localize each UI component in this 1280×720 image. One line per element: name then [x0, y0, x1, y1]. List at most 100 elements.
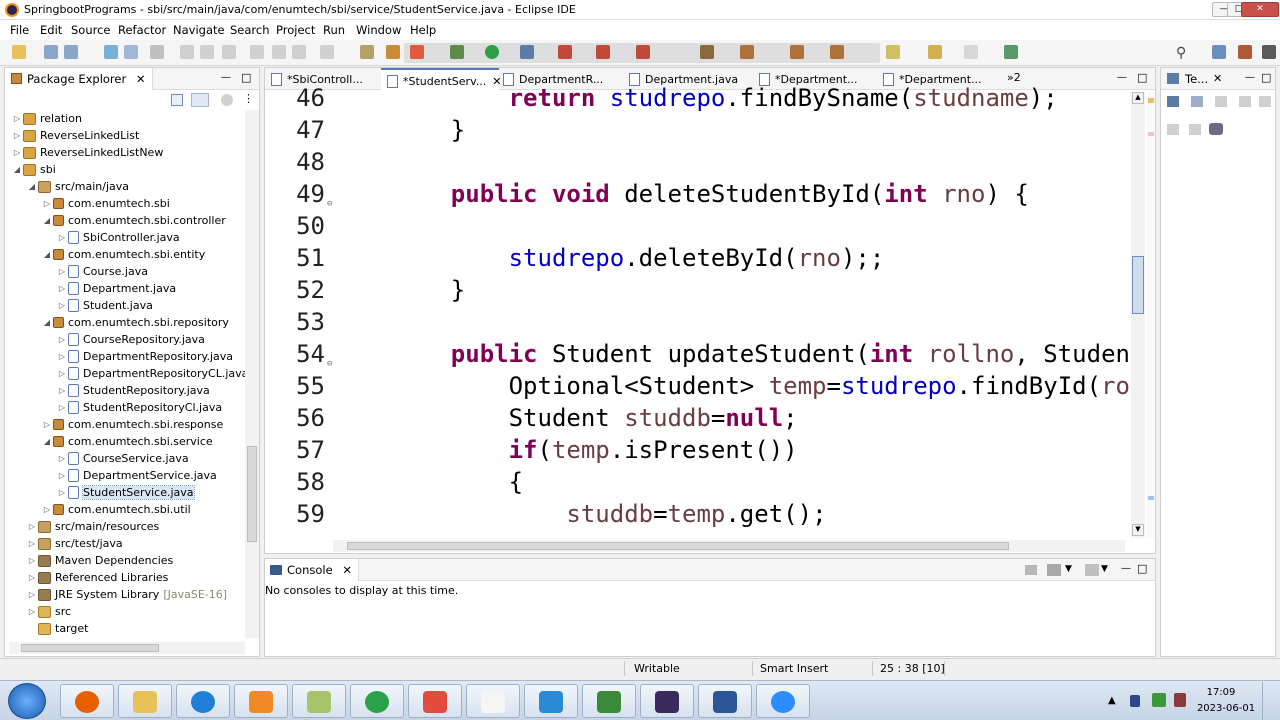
code-line[interactable]: 51 studrepo.deleteById(rno);;: [281, 242, 1129, 274]
bluetooth-icon[interactable]: [1130, 695, 1140, 707]
network-icon[interactable]: [1174, 693, 1186, 707]
close-button[interactable]: ✕: [1241, 2, 1279, 17]
tray-app-icon[interactable]: [1152, 693, 1166, 707]
occurrence-marker[interactable]: [1148, 496, 1154, 500]
tree-item[interactable]: ▷ DepartmentService.java: [56, 467, 217, 484]
new-folder-icon[interactable]: [1167, 124, 1179, 135]
tree-item[interactable]: ▷ src: [26, 603, 71, 620]
menu-edit[interactable]: Edit: [40, 23, 62, 37]
tree-item[interactable]: ▷ src/main/resources: [26, 518, 159, 535]
code-line[interactable]: 58 {: [281, 466, 1129, 498]
start-button[interactable]: [8, 683, 46, 719]
suspend-icon[interactable]: [200, 45, 214, 59]
tree-item[interactable]: ▷ CourseService.java: [56, 450, 189, 467]
open-console-dropdown-icon[interactable]: ▼: [1101, 564, 1108, 574]
collapsed-icon[interactable]: ▷: [41, 505, 53, 514]
right-panel-title[interactable]: Te...: [1185, 72, 1208, 86]
editor-maximize-icon[interactable]: □: [1137, 71, 1147, 84]
open-task-icon[interactable]: [700, 45, 714, 59]
run-icon[interactable]: [485, 45, 499, 59]
menu-help[interactable]: Help: [410, 23, 436, 37]
error-marker[interactable]: [1148, 132, 1154, 136]
collapsed-icon[interactable]: ▷: [56, 267, 68, 276]
clock-date[interactable]: 2023-06-01: [1196, 703, 1256, 714]
new-class-icon[interactable]: [636, 45, 650, 59]
tree-item[interactable]: ▷ CourseRepository.java: [56, 331, 205, 348]
collapsed-icon[interactable]: ▷: [26, 590, 38, 599]
tree-item[interactable]: ◢ com.enumtech.sbi.controller: [41, 212, 226, 229]
menu-project[interactable]: Project: [276, 23, 315, 37]
code-line[interactable]: 54 ⊖ public Student updateStudent(int rol…: [281, 338, 1129, 370]
tab-package-explorer[interactable]: Package Explorer ✕: [5, 68, 153, 90]
coverage-icon[interactable]: [450, 45, 464, 59]
taskbar-app[interactable]: [698, 684, 752, 718]
taskbar-app[interactable]: [350, 684, 404, 718]
collapsed-icon[interactable]: ▷: [56, 386, 68, 395]
java-perspective-icon[interactable]: [1212, 45, 1226, 59]
status-cursor-position[interactable]: 25 : 38 [10]: [880, 662, 945, 675]
code-line[interactable]: 46 return studrepo.findBySname(studname)…: [281, 82, 1129, 114]
expanded-icon[interactable]: ◢: [26, 182, 38, 191]
tree-item[interactable]: ▷ Course.java: [56, 263, 148, 280]
collapsed-icon[interactable]: ▷: [56, 284, 68, 293]
menu-file[interactable]: File: [10, 23, 29, 37]
code-line[interactable]: 48: [281, 146, 1129, 178]
collapsed-icon[interactable]: ▷: [11, 114, 23, 123]
tree-item[interactable]: ◢ src/main/java: [26, 178, 129, 195]
tree-item[interactable]: ▷ DepartmentRepository.java: [56, 348, 233, 365]
right-close-icon[interactable]: ✕: [1213, 72, 1222, 85]
sync-icon[interactable]: [1259, 96, 1271, 107]
collapsed-icon[interactable]: ▷: [11, 131, 23, 140]
tree-item[interactable]: ◢ sbi: [11, 161, 56, 178]
pin-icon[interactable]: [830, 45, 844, 59]
taskbar-app[interactable]: [60, 684, 114, 718]
categorize-icon[interactable]: [1215, 96, 1227, 107]
use-step-filters-icon[interactable]: [360, 45, 374, 59]
menu-navigate[interactable]: Navigate: [173, 23, 225, 37]
collapsed-icon[interactable]: ▷: [41, 420, 53, 429]
debug-perspective-icon[interactable]: [1238, 45, 1252, 59]
filters-icon[interactable]: [221, 94, 233, 106]
collapsed-icon[interactable]: ▷: [56, 233, 68, 242]
collapsed-icon[interactable]: ▷: [56, 301, 68, 310]
tree-item[interactable]: ▷ JRE System Library [JavaSE-16]: [26, 586, 227, 603]
code-line[interactable]: 52 }: [281, 274, 1129, 306]
taskbar-app[interactable]: [234, 684, 288, 718]
taskbar-app[interactable]: [756, 684, 810, 718]
collapsed-icon[interactable]: ▷: [56, 488, 68, 497]
warning-marker[interactable]: [1148, 98, 1154, 103]
console-close-icon[interactable]: ✕: [342, 563, 352, 577]
clock-time[interactable]: 17:09: [1198, 687, 1244, 698]
collapsed-icon[interactable]: ▷: [26, 607, 38, 616]
editor-hscroll-thumb[interactable]: [347, 542, 1009, 550]
menu-search[interactable]: Search: [230, 23, 270, 37]
tree-item[interactable]: ▷ DepartmentRepositoryCL.java: [56, 365, 245, 382]
tree-horizontal-scrollbar[interactable]: [9, 642, 245, 654]
taskbar-app[interactable]: [524, 684, 578, 718]
toggle-view-icon[interactable]: [124, 45, 138, 59]
view-menu-icon[interactable]: ⋮: [243, 92, 254, 105]
maximize-view-icon[interactable]: □: [241, 71, 251, 84]
filter-icon[interactable]: [1191, 96, 1203, 107]
tree-item[interactable]: HELP.md: [26, 637, 100, 638]
tree-item[interactable]: ▷ ReverseLinkedListNew: [11, 144, 163, 161]
scroll-up-icon[interactable]: ▲: [1132, 92, 1144, 104]
tree-item[interactable]: target: [26, 620, 88, 637]
new-java-project-icon[interactable]: [558, 45, 572, 59]
open-perspective-icon[interactable]: [1004, 45, 1018, 59]
collapsed-icon[interactable]: ▷: [56, 369, 68, 378]
code-line[interactable]: 49 ⊖ public void deleteStudentById(int rn…: [281, 178, 1129, 210]
code-line[interactable]: 57 if(temp.isPresent()): [281, 434, 1129, 466]
search-tool-icon[interactable]: [740, 45, 754, 59]
close-icon[interactable]: ✕: [136, 72, 146, 86]
status-insert-mode[interactable]: Smart Insert: [760, 662, 828, 675]
tree-item[interactable]: ▷ com.enumtech.sbi: [41, 195, 170, 212]
editor-horizontal-scrollbar[interactable]: [333, 540, 1125, 552]
menu-source[interactable]: Source: [71, 23, 111, 37]
focus-icon[interactable]: [1239, 96, 1251, 107]
menu-refactor[interactable]: Refactor: [118, 23, 166, 37]
back-icon[interactable]: [928, 45, 942, 59]
tree-item[interactable]: ▷ StudentService.java: [56, 484, 195, 501]
tree-item[interactable]: ▷ src/test/java: [26, 535, 123, 552]
pin-console-icon[interactable]: [1025, 565, 1037, 575]
